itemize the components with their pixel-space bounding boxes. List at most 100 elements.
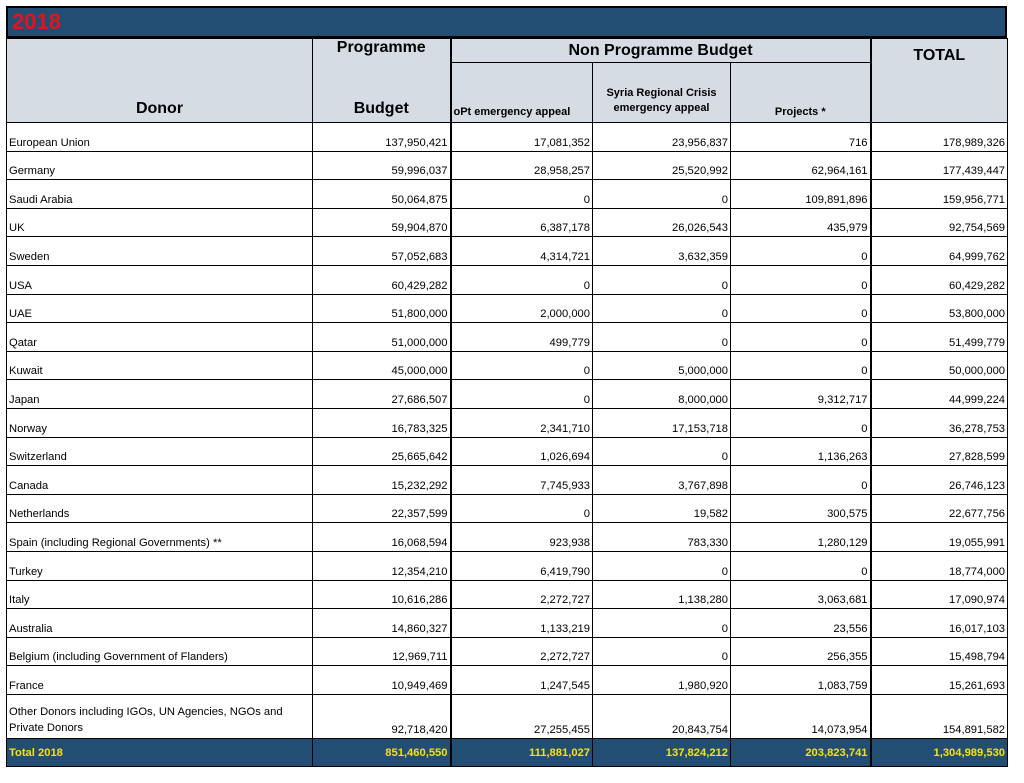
header-opt-emergency-appeal: oPt emergency appeal (449, 62, 593, 123)
projects-cell: 109,891,896 (729, 179, 872, 209)
donor-name-cell: USA (6, 264, 313, 295)
programme-cell: 60,429,282 (312, 264, 451, 295)
header-non-programme-budget: Non Programme Budget (449, 38, 872, 63)
programme-cell: 45,000,000 (312, 350, 451, 381)
table-row: European Union 137,950,421 17,081,352 23,95… (6, 122, 1009, 152)
opt-cell: 0 (449, 493, 593, 524)
opt-cell: 7,745,933 (449, 465, 593, 495)
syria-cell: 783,330 (592, 522, 731, 552)
opt-cell: 0 (449, 264, 593, 295)
header-total: TOTAL (870, 38, 1009, 123)
projects-cell: 0 (729, 322, 872, 352)
opt-cell: 1,133,219 (449, 608, 593, 638)
opt-cell: 1,247,545 (449, 665, 593, 695)
total-total-cell: 1,304,989,530 (870, 737, 1009, 768)
donor-name-cell: UK (6, 207, 313, 238)
donor-name-cell: Belgium (including Government of Flander… (6, 636, 313, 667)
donor-name-cell: UAE (6, 293, 313, 324)
total-cell: 17,090,974 (870, 579, 1009, 610)
projects-cell: 1,280,129 (729, 522, 872, 552)
header-programme-line2: Budget (312, 62, 451, 123)
opt-cell: 923,938 (449, 522, 593, 552)
syria-cell: 25,520,992 (592, 150, 731, 181)
programme-cell: 59,904,870 (312, 207, 451, 238)
table-row: Switzerland 25,665,642 1,026,694 0 1,136,263… (6, 436, 1009, 467)
total-opt-cell: 111,881,027 (449, 737, 593, 768)
projects-cell: 716 (729, 122, 872, 152)
opt-cell: 4,314,721 (449, 236, 593, 266)
total-cell: 26,746,123 (870, 465, 1009, 495)
programme-cell: 22,357,599 (312, 493, 451, 524)
projects-cell: 0 (729, 236, 872, 266)
table-row: UAE 51,800,000 2,000,000 0 0 53,800,000 (6, 293, 1009, 324)
programme-cell: 57,052,683 (312, 236, 451, 266)
table-row: Norway 16,783,325 2,341,710 17,153,718 0 36,2… (6, 407, 1009, 438)
programme-cell: 27,686,507 (312, 379, 451, 409)
table-row: Saudi Arabia 50,064,875 0 0 109,891,896 159,9… (6, 179, 1009, 209)
projects-cell: 0 (729, 264, 872, 295)
syria-cell: 5,000,000 (592, 350, 731, 381)
opt-cell: 28,958,257 (449, 150, 593, 181)
total-cell: 154,891,582 (870, 693, 1009, 739)
total-cell: 44,999,224 (870, 379, 1009, 409)
projects-cell: 435,979 (729, 207, 872, 238)
projects-cell: 9,312,717 (729, 379, 872, 409)
total-cell: 19,055,991 (870, 522, 1009, 552)
total-cell: 15,261,693 (870, 665, 1009, 695)
table-row: Japan 27,686,507 0 8,000,000 9,312,717 44,999… (6, 379, 1009, 409)
donor-contributions-table: Donor Programme Non Programme Budget TOT… (6, 38, 1009, 768)
projects-cell: 1,136,263 (729, 436, 872, 467)
header-donor: Donor (6, 38, 313, 123)
syria-cell: 8,000,000 (592, 379, 731, 409)
opt-cell: 0 (449, 350, 593, 381)
opt-cell: 2,272,727 (449, 579, 593, 610)
projects-cell: 256,355 (729, 636, 872, 667)
donor-name-cell: European Union (6, 122, 313, 152)
table-row: France 10,949,469 1,247,545 1,980,920 1,083,… (6, 665, 1009, 695)
header-programme-line1: Programme (312, 38, 451, 63)
syria-cell: 1,980,920 (592, 665, 731, 695)
syria-cell: 0 (592, 264, 731, 295)
donor-name-cell: Australia (6, 608, 313, 638)
projects-cell: 23,556 (729, 608, 872, 638)
donor-name-cell: Norway (6, 407, 313, 438)
syria-cell: 19,582 (592, 493, 731, 524)
table-row: Canada 15,232,292 7,745,933 3,767,898 0 26,74… (6, 465, 1009, 495)
programme-cell: 12,354,210 (312, 550, 451, 581)
year-title: 2018 (12, 9, 61, 34)
total-label: Total 2018 (6, 737, 313, 768)
syria-cell: 3,632,359 (592, 236, 731, 266)
programme-cell: 15,232,292 (312, 465, 451, 495)
programme-cell: 51,000,000 (312, 322, 451, 352)
donor-name-cell: Italy (6, 579, 313, 610)
total-syria-cell: 137,824,212 (592, 737, 731, 768)
table-row: USA 60,429,282 0 0 0 60,429,282 (6, 264, 1009, 295)
header-syria-regional-crisis: Syria Regional Crisis emergency appeal (592, 62, 731, 123)
projects-cell: 14,073,954 (729, 693, 872, 739)
projects-cell: 1,083,759 (729, 665, 872, 695)
table-row: Turkey 12,354,210 6,419,790 0 0 18,774,000 (6, 550, 1009, 581)
projects-cell: 62,964,161 (729, 150, 872, 181)
table-row: Germany 59,996,037 28,958,257 25,520,992 62,… (6, 150, 1009, 181)
opt-cell: 17,081,352 (449, 122, 593, 152)
total-cell: 50,000,000 (870, 350, 1009, 381)
syria-cell: 17,153,718 (592, 407, 731, 438)
programme-cell: 10,949,469 (312, 665, 451, 695)
opt-cell: 2,341,710 (449, 407, 593, 438)
donor-name-cell: Other Donors including IGOs, UN Agencies… (6, 693, 313, 739)
total-cell: 178,989,326 (870, 122, 1009, 152)
opt-cell: 6,387,178 (449, 207, 593, 238)
total-cell: 53,800,000 (870, 293, 1009, 324)
donor-name-cell: Germany (6, 150, 313, 181)
table-row: Spain (including Regional Governments) *… (6, 522, 1009, 552)
programme-cell: 50,064,875 (312, 179, 451, 209)
table-row: Qatar 51,000,000 499,779 0 0 51,499,779 (6, 322, 1009, 352)
donor-name-cell: Turkey (6, 550, 313, 581)
projects-cell: 300,575 (729, 493, 872, 524)
donor-name-cell: Switzerland (6, 436, 313, 467)
donor-name-cell: Canada (6, 465, 313, 495)
programme-cell: 16,068,594 (312, 522, 451, 552)
projects-cell: 0 (729, 465, 872, 495)
syria-cell: 0 (592, 608, 731, 638)
total-cell: 177,439,447 (870, 150, 1009, 181)
